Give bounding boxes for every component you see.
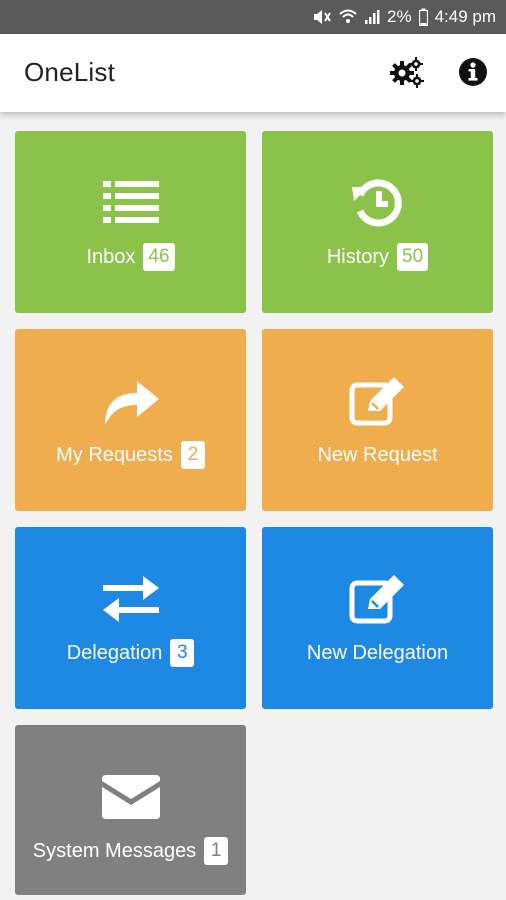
new-request-label: New Request <box>317 443 438 466</box>
my-requests-label: My Requests <box>56 443 173 466</box>
envelope-icon <box>15 767 246 827</box>
delegation-label: Delegation <box>66 641 163 664</box>
edit-icon <box>262 371 493 431</box>
status-bar: 2% 4:49 pm <box>0 0 506 34</box>
list-icon <box>15 173 246 233</box>
battery-percent: 2% <box>386 7 412 26</box>
history-icon <box>262 173 493 233</box>
clock: 4:49 pm <box>434 7 496 26</box>
system-messages-count-badge: 1 <box>204 837 229 865</box>
new-delegation-label: New Delegation <box>306 641 449 664</box>
inbox-count-badge: 46 <box>143 243 175 271</box>
inbox-tile[interactable]: Inbox 46 <box>15 131 246 313</box>
my-requests-tile[interactable]: My Requests 2 <box>15 329 246 511</box>
system-messages-label: System Messages <box>32 839 197 862</box>
new-request-tile[interactable]: New Request <box>262 329 493 511</box>
history-label: History <box>326 245 390 268</box>
edit-icon <box>262 569 493 629</box>
settings-button[interactable] <box>388 56 424 92</box>
app-bar: OneList <box>0 34 506 112</box>
new-delegation-tile[interactable]: New Delegation <box>262 527 493 709</box>
history-count-badge: 50 <box>397 243 429 271</box>
share-arrow-icon <box>15 371 246 431</box>
settings-icon <box>388 56 424 93</box>
wifi-icon <box>339 8 357 26</box>
system-messages-tile[interactable]: System Messages 1 <box>15 725 246 895</box>
info-icon <box>458 57 488 92</box>
mute-icon <box>312 8 332 26</box>
exchange-icon <box>15 569 246 629</box>
app-title: OneList <box>24 57 116 87</box>
signal-icon <box>364 8 380 26</box>
delegation-count-badge: 3 <box>170 639 195 667</box>
battery-icon <box>418 8 428 26</box>
inbox-label: Inbox <box>86 245 136 268</box>
info-button[interactable] <box>455 56 491 92</box>
history-tile[interactable]: History 50 <box>262 131 493 313</box>
my-requests-count-badge: 2 <box>180 441 205 469</box>
delegation-tile[interactable]: Delegation 3 <box>15 527 246 709</box>
